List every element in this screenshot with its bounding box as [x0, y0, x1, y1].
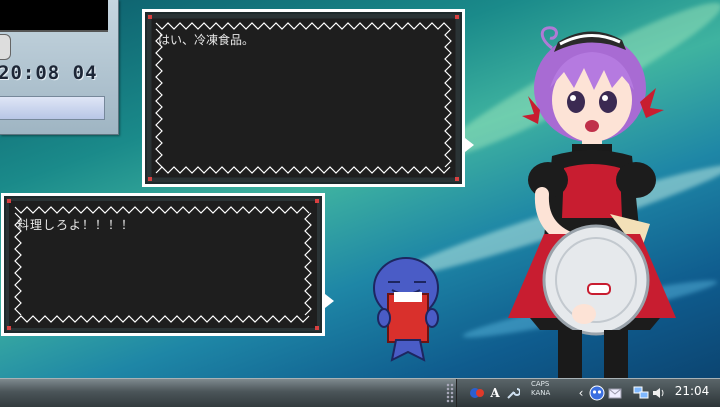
corner-dot	[455, 15, 459, 19]
clock-gadget[interactable]: 20:08 04	[0, 0, 119, 135]
input-mode-icon[interactable]: A	[487, 385, 503, 401]
tray-clock[interactable]: 21:04	[665, 384, 719, 398]
corner-dot	[315, 199, 319, 203]
taskbar-grip[interactable]	[446, 383, 454, 403]
taskbar-button-area[interactable]	[0, 379, 438, 407]
speech-dialog-top[interactable]: はい、冷凍食品。	[142, 9, 465, 187]
alien-app-icon[interactable]	[589, 385, 605, 401]
message-icon[interactable]	[607, 385, 623, 401]
corner-dot	[148, 15, 152, 19]
corner-dot	[7, 326, 11, 330]
system-tray: A ‹ 21:04	[456, 379, 720, 407]
corner-dot	[7, 199, 11, 203]
taskbar: A ‹ 21:04	[0, 378, 720, 407]
gadget-time-display: 20:08 04	[0, 62, 98, 84]
dialog-pointer-arrow	[465, 138, 474, 152]
gadget-knob[interactable]	[0, 34, 11, 60]
corner-dot	[148, 177, 152, 181]
network-icon[interactable]	[633, 385, 649, 401]
corner-dot	[455, 177, 459, 181]
dialog-pointer-arrow	[325, 294, 334, 308]
corner-dot	[315, 326, 319, 330]
maid-character[interactable]	[500, 18, 680, 382]
tools-icon[interactable]	[505, 385, 521, 401]
chevron-left-icon[interactable]: ‹	[573, 385, 589, 401]
gadget-screen	[0, 0, 108, 32]
kana-indicator: KANA	[531, 389, 551, 397]
caps-indicator: CAPS	[531, 380, 550, 388]
gadget-input-bar[interactable]	[0, 96, 105, 120]
dialog-text: 料理しろよ！！！！	[17, 218, 135, 232]
speech-dialog-bottom[interactable]: 料理しろよ！！！！	[1, 193, 325, 336]
ime-language-icon[interactable]	[469, 385, 485, 401]
ime-status[interactable]: CAPS KANA	[531, 380, 550, 398]
blue-mascot-character[interactable]	[370, 254, 444, 372]
dialog-text: はい、冷凍食品。	[158, 33, 255, 47]
